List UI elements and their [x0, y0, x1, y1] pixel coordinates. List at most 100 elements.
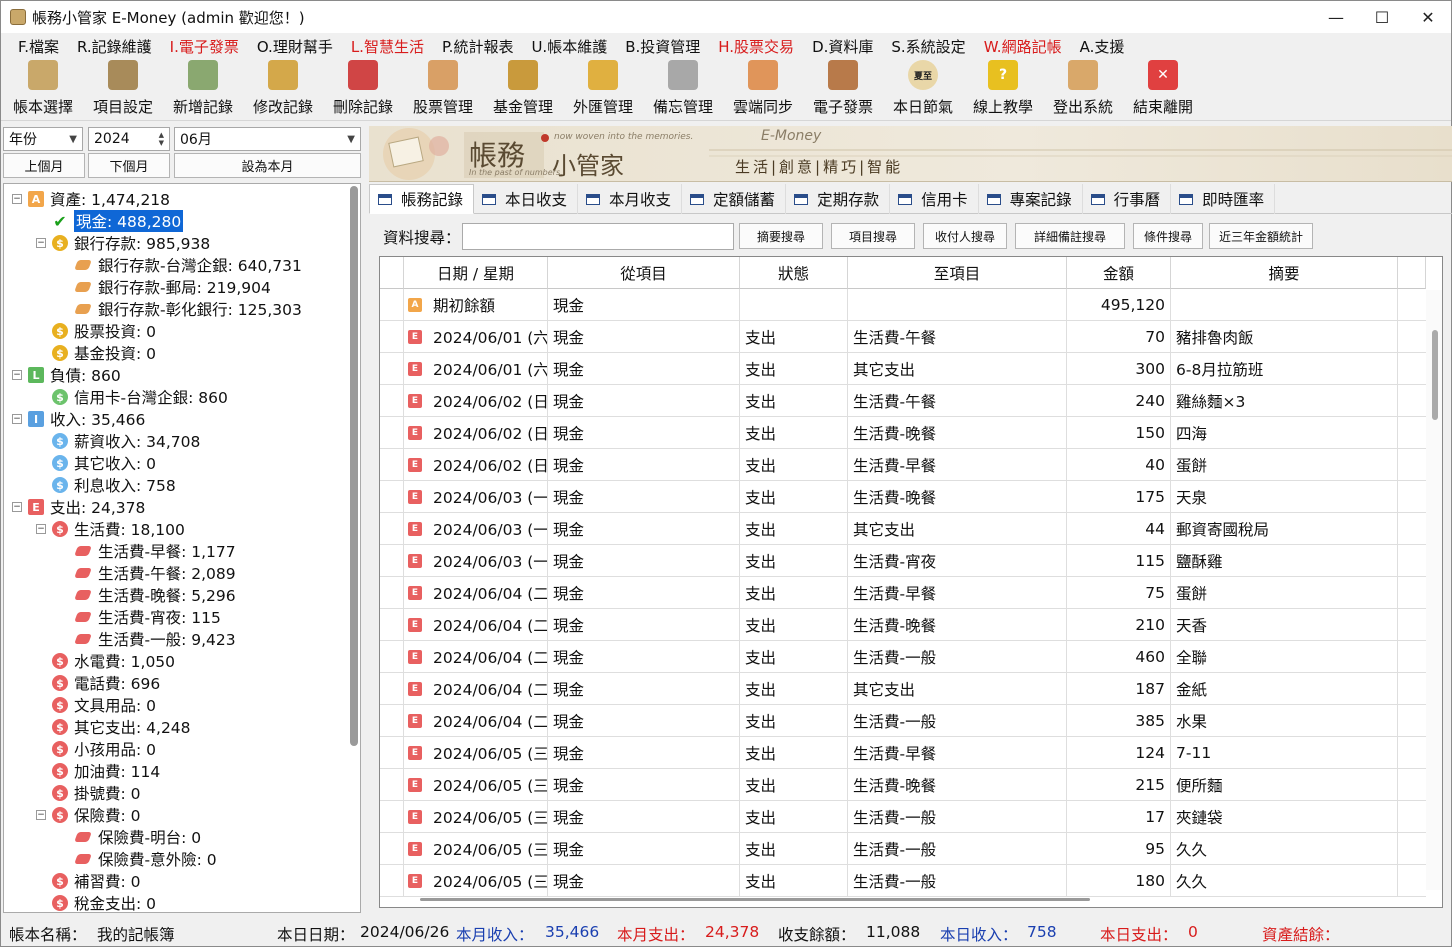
- account-tree[interactable]: − A 資產: 1,474,218 ✔ 現金: 488,280− $ 銀行存款: 985,9…: [3, 183, 361, 913]
- tree-node[interactable]: − $ 銀行存款: 985,938: [36, 232, 210, 254]
- tree-node[interactable]: $ 股票投資: 0: [36, 320, 156, 342]
- search-button-0[interactable]: 摘要搜尋: [739, 223, 823, 249]
- tree-expander-icon[interactable]: −: [12, 194, 22, 204]
- menu-item-0[interactable]: F.檔案: [9, 36, 68, 57]
- tree-expander-icon[interactable]: −: [36, 238, 46, 248]
- tree-node[interactable]: 保險費-明台: 0: [60, 826, 201, 848]
- table-row[interactable]: E 2024/06/03 (一) 現金 支出 生活費-晚餐 175 天泉: [380, 481, 1426, 513]
- tree-node[interactable]: $ 信用卡-台灣企銀: 860: [36, 386, 228, 408]
- tree-node[interactable]: $ 掛號費: 0: [36, 782, 141, 804]
- toolbar-button-2[interactable]: 新增記錄: [163, 59, 243, 121]
- tab-3[interactable]: 定額儲蓄: [682, 184, 787, 214]
- table-row[interactable]: E 2024/06/05 (三) 現金 支出 生活費-一般 17 夾鏈袋: [380, 801, 1426, 833]
- tree-node[interactable]: $ 電話費: 696: [36, 672, 160, 694]
- menu-item-7[interactable]: B.投資管理: [616, 36, 709, 57]
- tree-node[interactable]: $ 小孩用品: 0: [36, 738, 156, 760]
- menu-item-6[interactable]: U.帳本維護: [522, 36, 616, 57]
- tree-node[interactable]: $ 薪資收入: 34,708: [36, 430, 200, 452]
- next-month-button[interactable]: 下個月: [88, 153, 170, 178]
- table-row[interactable]: E 2024/06/02 (日) 現金 支出 生活費-晚餐 150 四海: [380, 417, 1426, 449]
- toolbar-button-12[interactable]: ? 線上教學: [963, 59, 1043, 121]
- toolbar-button-5[interactable]: 股票管理: [403, 59, 483, 121]
- tab-7[interactable]: 行事曆: [1083, 184, 1172, 214]
- tab-8[interactable]: 即時匯率: [1171, 184, 1276, 214]
- table-row[interactable]: E 2024/06/05 (三) 現金 支出 生活費-一般 180 久久: [380, 865, 1426, 897]
- menu-item-12[interactable]: A.支援: [1071, 36, 1134, 57]
- table-row[interactable]: E 2024/06/03 (一) 現金 支出 其它支出 44 郵資寄國稅局: [380, 513, 1426, 545]
- table-vertical-scrollbar[interactable]: [1426, 290, 1442, 890]
- table-header-cell[interactable]: 摘要: [1171, 257, 1398, 289]
- toolbar-button-4[interactable]: 刪除記錄: [323, 59, 403, 121]
- table-row[interactable]: E 2024/06/04 (二) 現金 支出 其它支出 187 金紙: [380, 673, 1426, 705]
- toolbar-button-13[interactable]: 登出系統: [1043, 59, 1123, 121]
- table-row[interactable]: E 2024/06/01 (六) 現金 支出 生活費-午餐 70 豬排魯肉飯: [380, 321, 1426, 353]
- table-row[interactable]: E 2024/06/04 (二) 現金 支出 生活費-早餐 75 蛋餅: [380, 577, 1426, 609]
- tree-node[interactable]: 生活費-晚餐: 5,296: [60, 584, 236, 606]
- table-row[interactable]: E 2024/06/02 (日) 現金 支出 生活費-午餐 240 雞絲麵×3: [380, 385, 1426, 417]
- tab-0[interactable]: 帳務記錄: [369, 184, 475, 214]
- tree-node[interactable]: − I 收入: 35,466: [12, 408, 145, 430]
- menu-item-10[interactable]: S.系統設定: [882, 36, 974, 57]
- tree-node[interactable]: $ 基金投資: 0: [36, 342, 156, 364]
- table-row[interactable]: A 期初餘額 現金 495,120: [380, 289, 1426, 321]
- tree-node[interactable]: $ 文具用品: 0: [36, 694, 156, 716]
- month-select[interactable]: 06月 ▼: [174, 127, 361, 151]
- scroll-thumb[interactable]: [1432, 330, 1438, 420]
- menu-item-4[interactable]: L.智慧生活: [342, 36, 433, 57]
- table-row[interactable]: E 2024/06/03 (一) 現金 支出 生活費-宵夜 115 鹽酥雞: [380, 545, 1426, 577]
- prev-month-button[interactable]: 上個月: [3, 153, 85, 178]
- table-header-cell[interactable]: 狀態: [740, 257, 848, 289]
- search-button-2[interactable]: 收付人搜尋: [923, 223, 1007, 249]
- tree-expander-icon[interactable]: −: [12, 502, 22, 512]
- table-header-cell[interactable]: 金額: [1067, 257, 1171, 289]
- tab-4[interactable]: 定期存款: [786, 184, 891, 214]
- tree-node[interactable]: 銀行存款-台灣企銀: 640,731: [60, 254, 302, 276]
- toolbar-button-10[interactable]: 電子發票: [803, 59, 883, 121]
- tree-node[interactable]: ✔ 現金: 488,280: [36, 210, 184, 232]
- table-row[interactable]: E 2024/06/01 (六) 現金 支出 其它支出 300 6-8月拉筋班: [380, 353, 1426, 385]
- maximize-icon[interactable]: ☐: [1359, 1, 1405, 33]
- menu-item-2[interactable]: I.電子發票: [161, 36, 248, 57]
- tree-node[interactable]: − $ 保險費: 0: [36, 804, 141, 826]
- table-row[interactable]: E 2024/06/04 (二) 現金 支出 生活費-晚餐 210 天香: [380, 609, 1426, 641]
- toolbar-button-11[interactable]: 夏至 本日節氣: [883, 59, 963, 121]
- tab-5[interactable]: 信用卡: [890, 184, 979, 214]
- tree-expander-icon[interactable]: −: [36, 524, 46, 534]
- minimize-icon[interactable]: —: [1313, 1, 1359, 33]
- toolbar-button-8[interactable]: 備忘管理: [643, 59, 723, 121]
- tab-1[interactable]: 本日收支: [474, 184, 579, 214]
- toolbar-button-14[interactable]: ✕ 結束離開: [1123, 59, 1203, 121]
- tree-node[interactable]: 生活費-午餐: 2,089: [60, 562, 236, 584]
- tree-node[interactable]: 生活費-一般: 9,423: [60, 628, 236, 650]
- tree-scrollbar[interactable]: [350, 186, 358, 746]
- table-header-cell[interactable]: 日期 / 星期: [404, 257, 548, 289]
- menu-item-11[interactable]: W.網路記帳: [975, 36, 1071, 57]
- table-row[interactable]: E 2024/06/05 (三) 現金 支出 生活費-一般 95 久久: [380, 833, 1426, 865]
- search-button-5[interactable]: 近三年金額統計: [1209, 223, 1313, 249]
- set-current-month-button[interactable]: 設為本月: [174, 153, 361, 178]
- tree-node[interactable]: 銀行存款-彰化銀行: 125,303: [60, 298, 302, 320]
- search-button-4[interactable]: 條件搜尋: [1133, 223, 1203, 249]
- tree-node[interactable]: $ 利息收入: 758: [36, 474, 176, 496]
- spinner-arrows-icon[interactable]: ▲ ▼: [159, 131, 164, 147]
- table-row[interactable]: E 2024/06/04 (二) 現金 支出 生活費-一般 460 全聯: [380, 641, 1426, 673]
- tree-node[interactable]: − A 資產: 1,474,218: [12, 188, 170, 210]
- tree-expander-icon[interactable]: −: [12, 370, 22, 380]
- tree-node[interactable]: − $ 生活費: 18,100: [36, 518, 185, 540]
- toolbar-button-6[interactable]: 基金管理: [483, 59, 563, 121]
- table-row[interactable]: E 2024/06/02 (日) 現金 支出 生活費-早餐 40 蛋餅: [380, 449, 1426, 481]
- search-input[interactable]: [462, 223, 734, 250]
- toolbar-button-1[interactable]: 項目設定: [83, 59, 163, 121]
- menu-item-8[interactable]: H.股票交易: [709, 36, 803, 57]
- tree-node[interactable]: 保險費-意外險: 0: [60, 848, 217, 870]
- year-spinner[interactable]: 2024 ▲ ▼: [88, 127, 170, 151]
- table-row[interactable]: E 2024/06/05 (三) 現金 支出 生活費-早餐 124 7-11: [380, 737, 1426, 769]
- tree-node[interactable]: $ 水電費: 1,050: [36, 650, 175, 672]
- menu-item-9[interactable]: D.資料庫: [803, 36, 882, 57]
- tree-node[interactable]: 生活費-早餐: 1,177: [60, 540, 236, 562]
- menu-item-1[interactable]: R.記錄維護: [68, 36, 161, 57]
- tree-node[interactable]: − E 支出: 24,378: [12, 496, 145, 518]
- tree-node[interactable]: $ 其它收入: 0: [36, 452, 156, 474]
- toolbar-button-3[interactable]: 修改記錄: [243, 59, 323, 121]
- tree-node[interactable]: − L 負債: 860: [12, 364, 121, 386]
